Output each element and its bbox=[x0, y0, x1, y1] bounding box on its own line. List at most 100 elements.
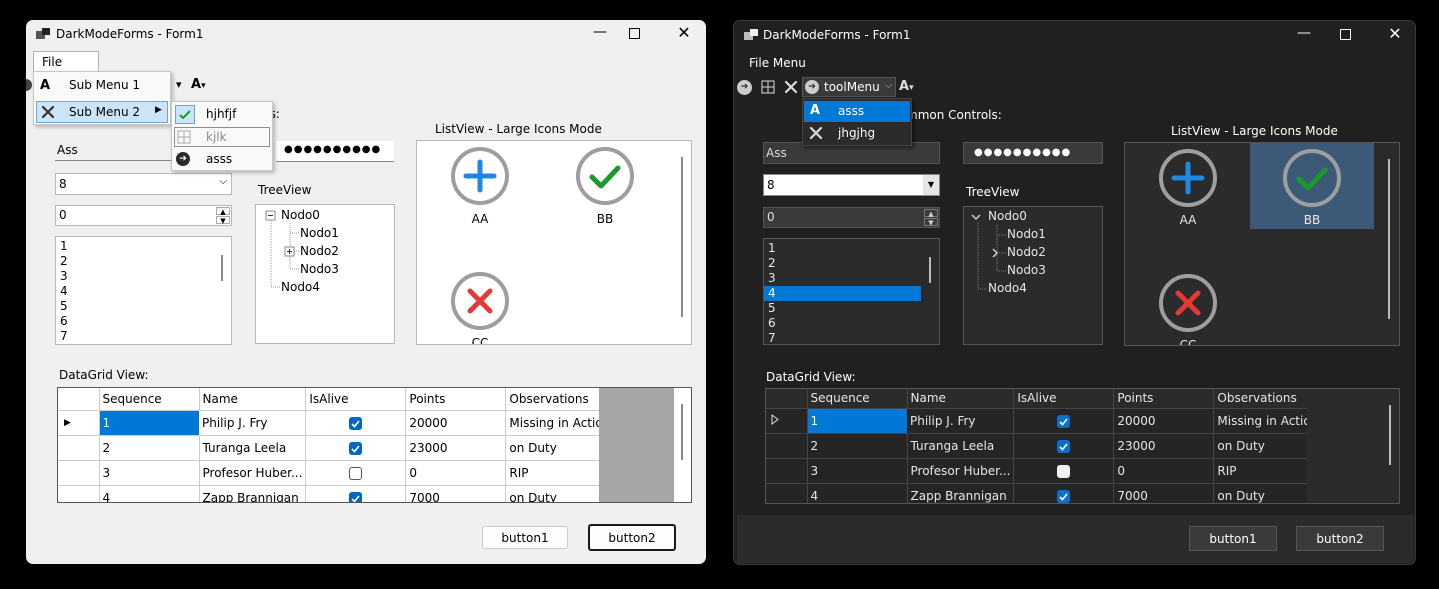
grid-cell[interactable]: 7000 bbox=[1113, 483, 1215, 503]
arrow-right-icon[interactable]: ➔ bbox=[737, 80, 752, 95]
tree-node[interactable]: Nodo3 bbox=[1007, 263, 1046, 277]
grid-cell[interactable]: Zapp Brannigan bbox=[907, 483, 1015, 503]
minimize-icon[interactable]: — bbox=[585, 24, 615, 44]
grid-cell[interactable]: 1 bbox=[807, 408, 907, 434]
list-item[interactable]: 2 bbox=[764, 256, 939, 271]
grid-cell[interactable]: Philip J. Fry bbox=[199, 410, 307, 436]
checkbox-unchecked[interactable] bbox=[1057, 464, 1071, 478]
grid-cell[interactable]: 0 bbox=[405, 460, 507, 486]
spin-down-icon[interactable]: ▼ bbox=[924, 218, 938, 227]
list-item[interactable]: 3 bbox=[764, 271, 939, 286]
tree-node[interactable]: Nodo0 bbox=[281, 208, 320, 222]
listview-item-label[interactable]: BB bbox=[576, 212, 634, 226]
list-item[interactable]: 5 bbox=[56, 299, 231, 314]
menu-item[interactable]: jhgjhg bbox=[838, 126, 875, 140]
grid-cell[interactable]: Turanga Leela bbox=[199, 435, 307, 461]
grid-cell[interactable]: Turanga Leela bbox=[907, 433, 1015, 459]
list-view[interactable]: AA BB CC bbox=[1124, 142, 1400, 346]
table-row[interactable]: ▶ 1 Philip J. Fry 20000 Missing in Actio… bbox=[58, 410, 614, 436]
submenu-item[interactable]: hjhfjf bbox=[206, 107, 236, 121]
grid-cell[interactable] bbox=[1013, 433, 1115, 459]
list-view[interactable]: AA BB CC bbox=[416, 140, 692, 345]
grid-cell[interactable]: Zapp Brannigan bbox=[199, 485, 307, 502]
list-item[interactable]: 5 bbox=[764, 301, 939, 316]
grid-cell[interactable]: 0 bbox=[1113, 458, 1215, 484]
table-row[interactable]: 4 Zapp Brannigan 7000 on Duty bbox=[58, 485, 613, 502]
checkbox-checked[interactable] bbox=[1057, 439, 1071, 453]
scrollbar-thumb[interactable] bbox=[1388, 159, 1390, 319]
combo-box[interactable]: 8 ▼ bbox=[763, 174, 940, 196]
tree-node[interactable]: Nodo2 bbox=[300, 244, 339, 258]
button1[interactable]: button1 bbox=[1189, 526, 1277, 551]
menu-item-sub1[interactable]: Sub Menu 1 bbox=[69, 78, 140, 92]
grid-cell[interactable]: on Duty bbox=[506, 485, 613, 502]
grid-cell[interactable] bbox=[305, 485, 407, 502]
font-icon[interactable]: A▾ bbox=[191, 77, 206, 92]
scrollbar-thumb[interactable] bbox=[681, 157, 683, 317]
password-input[interactable]: ●●●●●●●●●● bbox=[276, 141, 394, 162]
button2[interactable]: button2 bbox=[1296, 526, 1384, 551]
maximize-icon[interactable] bbox=[1340, 29, 1351, 40]
row-header[interactable] bbox=[766, 433, 808, 459]
listview-item-label[interactable]: CC bbox=[1159, 338, 1217, 345]
grid-cell[interactable]: 4 bbox=[99, 485, 200, 502]
combo-box[interactable]: 8 ⌵ bbox=[55, 173, 232, 195]
listview-item-label[interactable]: AA bbox=[451, 212, 509, 226]
grid-cell[interactable]: 1 bbox=[99, 410, 199, 436]
tools-icon[interactable] bbox=[783, 79, 799, 98]
scrollbar-thumb[interactable] bbox=[1389, 405, 1391, 465]
column-header[interactable]: Points bbox=[405, 388, 507, 411]
grid-cell[interactable]: RIP bbox=[1213, 458, 1322, 484]
column-header[interactable]: Sequence bbox=[99, 388, 200, 411]
checkbox-unchecked[interactable] bbox=[349, 466, 363, 480]
grid-cell[interactable]: 3 bbox=[807, 458, 908, 484]
grid-cell[interactable]: 4 bbox=[807, 483, 908, 503]
grid-cell[interactable]: 7000 bbox=[405, 485, 507, 502]
column-header[interactable]: Observations bbox=[505, 388, 614, 411]
submenu-item[interactable]: asss bbox=[206, 152, 232, 166]
list-item[interactable]: 3 bbox=[56, 269, 231, 284]
grid-cell[interactable]: 2 bbox=[99, 435, 200, 461]
tree-view[interactable]: Nodo0 Nodo1 Nodo2 Nodo3 Nodo4 bbox=[963, 206, 1103, 345]
grid-cell[interactable] bbox=[1013, 458, 1115, 484]
button1[interactable]: button1 bbox=[482, 526, 568, 549]
submenu-item[interactable]: kjlk bbox=[206, 130, 227, 144]
grid-icon[interactable] bbox=[761, 80, 776, 98]
row-header[interactable] bbox=[58, 435, 100, 461]
tree-node[interactable]: Nodo3 bbox=[300, 262, 339, 276]
grid-cell[interactable] bbox=[305, 410, 407, 436]
grid-cell[interactable]: Profesor Huber... bbox=[907, 458, 1015, 484]
password-input[interactable]: ●●●●●●●●●● bbox=[963, 142, 1103, 164]
grid-cell[interactable]: Missing in Action bbox=[505, 410, 614, 436]
list-item[interactable]: 7 bbox=[764, 331, 939, 344]
row-header[interactable] bbox=[58, 485, 100, 502]
menu-item[interactable]: asss bbox=[838, 104, 864, 118]
grid-cell[interactable]: 23000 bbox=[1113, 433, 1215, 459]
grid-cell[interactable]: on Duty bbox=[505, 435, 614, 461]
close-icon[interactable]: ✕ bbox=[674, 23, 694, 43]
button2[interactable]: button2 bbox=[588, 524, 676, 551]
column-header[interactable]: IsAlive bbox=[1013, 389, 1115, 409]
list-item[interactable]: 6 bbox=[764, 316, 939, 331]
grid-cell[interactable] bbox=[305, 460, 407, 486]
column-header[interactable]: Points bbox=[1113, 389, 1215, 409]
file-menu[interactable]: File Menu bbox=[749, 56, 806, 70]
checkbox-checked[interactable] bbox=[349, 441, 363, 455]
grid-cell[interactable]: on Duty bbox=[1213, 433, 1322, 459]
grid-cell[interactable] bbox=[1013, 408, 1115, 434]
checkbox-checked[interactable] bbox=[349, 416, 363, 430]
table-row[interactable]: 2 Turanga Leela 23000 on Duty bbox=[766, 433, 1322, 459]
grid-cell[interactable]: Missing in Action bbox=[1213, 408, 1322, 434]
menu-item-sub2[interactable]: Sub Menu 2 bbox=[69, 105, 140, 119]
grid-cell[interactable]: on Duty bbox=[1214, 483, 1321, 503]
listview-item-label[interactable]: AA bbox=[1159, 213, 1217, 227]
table-row[interactable]: 3 Profesor Huber... 0 RIP bbox=[766, 458, 1322, 484]
listview-item-label[interactable]: CC bbox=[451, 336, 509, 344]
row-header[interactable] bbox=[766, 458, 808, 484]
tree-node[interactable]: Nodo2 bbox=[1007, 245, 1046, 259]
table-row[interactable]: 3 Profesor Huber... 0 RIP bbox=[58, 460, 614, 486]
close-icon[interactable]: ✕ bbox=[1385, 24, 1405, 44]
spin-down-icon[interactable]: ▼ bbox=[216, 216, 230, 225]
numeric-updown[interactable]: 0 ▲ ▼ bbox=[55, 205, 232, 226]
column-header[interactable]: Observations bbox=[1213, 389, 1322, 409]
